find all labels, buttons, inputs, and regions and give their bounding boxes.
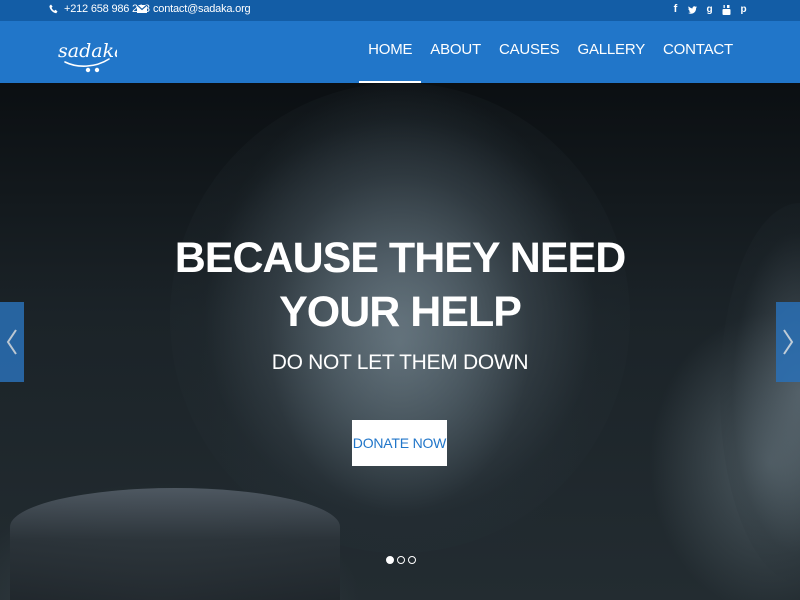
phone-icon [48,4,58,14]
nav-causes[interactable]: CAUSES [490,21,569,83]
slider-next-button[interactable] [776,302,800,382]
google-plus-icon[interactable]: g [705,3,714,16]
email-address: contact@sadaka.org [153,3,251,15]
main-navbar: sadaka HOME ABOUT CAUSES GALLERY CONTACT [0,21,800,83]
sadaka-logo[interactable]: sadaka [57,35,125,75]
slide-dot-3[interactable] [408,556,416,564]
pinterest-icon[interactable]: p [739,3,748,16]
envelope-icon [137,4,147,14]
slide-dot-1[interactable] [386,556,394,564]
nav-home[interactable]: HOME [359,21,422,83]
nav-gallery[interactable]: GALLERY [568,21,654,83]
hero-slider: BECAUSE THEY NEED YOUR HELP DO NOT LET T… [0,83,800,600]
donate-now-button[interactable]: DONATE NOW [352,420,447,466]
chevron-right-icon [783,329,794,355]
youtube-icon[interactable] [722,3,731,16]
facebook-icon[interactable]: f [671,3,680,16]
slider-pagination [386,556,416,564]
chevron-left-icon [6,329,17,355]
top-bar: +212 658 986 213 contact@sadaka.org f g … [0,0,800,21]
phone-contact[interactable]: +212 658 986 213 [48,3,150,15]
social-links: f g p [671,3,748,16]
slider-prev-button[interactable] [0,302,24,382]
hero-subtitle: DO NOT LET THEM DOWN [271,351,529,374]
twitter-icon[interactable] [688,3,697,16]
nav-contact[interactable]: CONTACT [654,21,742,83]
hero-bowl-image [10,488,340,600]
hero-title: BECAUSE THEY NEED YOUR HELP [174,234,627,336]
primary-nav: HOME ABOUT CAUSES GALLERY CONTACT [359,21,742,83]
email-contact[interactable]: contact@sadaka.org [137,3,251,15]
slide-dot-2[interactable] [397,556,405,564]
hero-background-shade [720,203,800,583]
nav-about[interactable]: ABOUT [421,21,490,83]
